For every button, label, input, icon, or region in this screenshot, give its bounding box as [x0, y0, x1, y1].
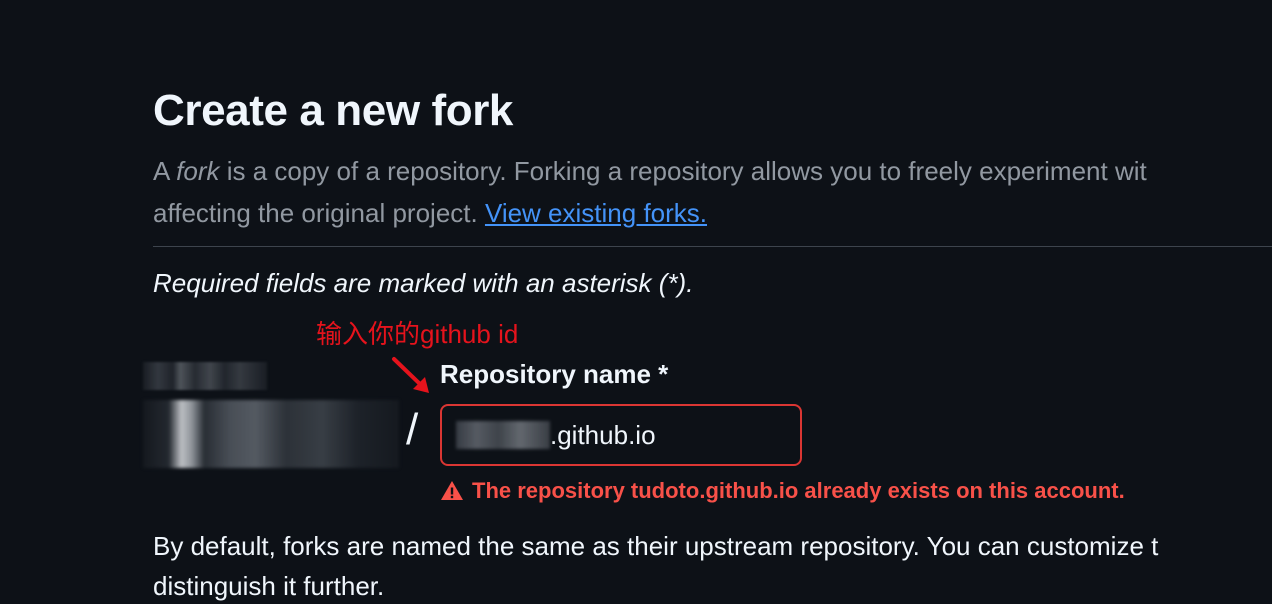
default-naming-note: By default, forks are named the same as …	[153, 526, 1272, 604]
fork-word: fork	[176, 156, 220, 186]
repository-name-error: The repository tudoto.github.io already …	[440, 478, 1125, 504]
description-line-1-rest: is a copy of a repository. Forking a rep…	[219, 156, 1147, 186]
default-note-line-1: By default, forks are named the same as …	[153, 531, 1159, 561]
description-line-2-text: affecting the original project.	[153, 198, 485, 228]
alert-icon	[441, 481, 463, 500]
annotation-arrow-icon	[392, 357, 429, 393]
page-title: Create a new fork	[153, 86, 514, 135]
fork-page: Create a new fork A fork is a copy of a …	[0, 0, 1272, 604]
view-existing-forks-link[interactable]: View existing forks.	[485, 198, 707, 228]
required-fields-note: Required fields are marked with an aster…	[153, 268, 694, 298]
owner-select-redacted[interactable]	[143, 400, 399, 468]
description-line-2: affecting the original project. View exi…	[153, 192, 1272, 234]
description-prefix: A	[153, 156, 177, 186]
description-line-1: A fork is a copy of a repository. Forkin…	[153, 150, 1272, 192]
error-message: The repository tudoto.github.io already …	[472, 478, 1125, 503]
fork-description: A fork is a copy of a repository. Forkin…	[153, 150, 1272, 234]
repository-name-redacted	[456, 421, 550, 449]
annotation-text: 输入你的github id	[316, 319, 519, 349]
repository-name-label: Repository name *	[440, 359, 669, 389]
repository-name-value: .github.io	[550, 419, 656, 450]
repository-name-input[interactable]: .github.io	[440, 404, 802, 466]
owner-label-redacted	[143, 362, 267, 390]
section-divider	[153, 246, 1272, 247]
default-note-line-2: distinguish it further.	[153, 571, 385, 601]
owner-repo-separator: /	[406, 405, 419, 454]
